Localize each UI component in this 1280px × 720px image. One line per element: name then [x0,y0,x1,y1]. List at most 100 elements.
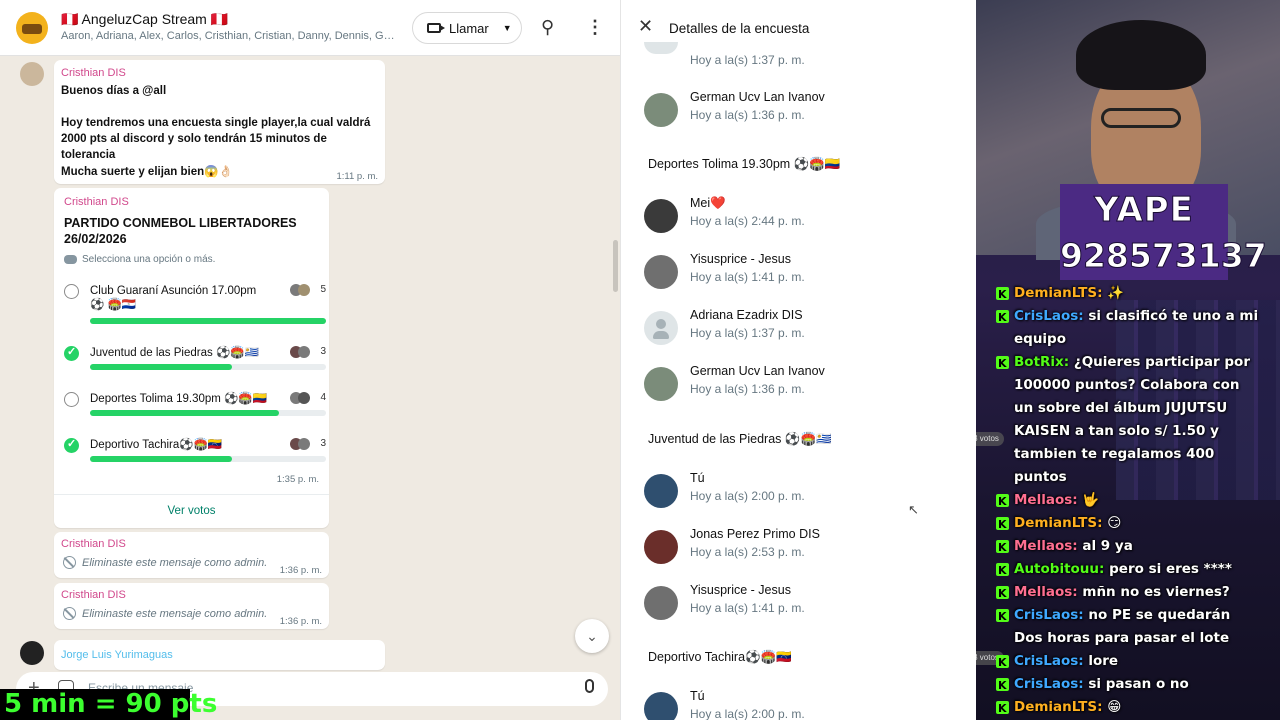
voter-row[interactable]: Mei❤️ Hoy a la(s) 2:44 p. m. [644,195,964,235]
call-button[interactable]: Llamar ▼ [412,12,522,44]
voter-row[interactable]: Yisusprice - Jesus Hoy a la(s) 1:41 p. m… [644,251,964,291]
option-radio-checked[interactable] [64,345,79,361]
chat-username: Mellaos: [1014,492,1083,508]
voter-time: Hoy a la(s) 1:37 p. m. [690,53,805,67]
stream-chat-line: Mellaos: mñn no es viernes? [996,581,1260,605]
message-time: 1:35 p. m. [276,474,319,485]
message-time: 1:36 p. m. [279,565,322,576]
voter-time: Hoy a la(s) 2:00 p. m. [690,707,805,720]
avatar[interactable] [20,62,44,86]
group-title[interactable]: 🇵🇪 AngeluzCap Stream 🇵🇪 [61,11,228,28]
message-sender[interactable]: Cristhian DIS [64,196,129,208]
poll-option[interactable]: Deportes Tolima 19.30pm ⚽🏟️🇨🇴 4 [64,392,326,432]
more-options-icon[interactable]: ⋮ [586,17,604,37]
voter-row[interactable]: Jonas Perez Primo DIS Hoy a la(s) 2:53 p… [644,526,964,566]
double-check-icon [64,255,77,264]
chat-message: lore [1088,653,1119,669]
kick-badge-icon [996,283,1009,306]
message-text: Buenos días a @all [61,85,167,97]
voter-avatar [644,42,678,54]
stream-chat-line: DemianLTS: ✨ [996,282,1260,306]
divider [54,494,329,495]
chat-header: 🇵🇪 AngeluzCap Stream 🇵🇪 Aaron, Adriana, … [0,0,620,56]
kick-badge-icon [996,513,1009,536]
deleted-message: Cristhian DIS Eliminaste este mensaje co… [54,583,329,629]
voter-row[interactable]: German Ucv Lan Ivanov Hoy a la(s) 1:36 p… [644,363,964,403]
voter-name: German Ucv Lan Ivanov [690,364,825,378]
call-label: Llamar [449,20,489,36]
kick-badge-icon [996,582,1009,605]
glasses-icon [1101,108,1181,128]
voter-name: Tú [690,689,705,703]
scrollbar[interactable] [613,240,618,292]
option-label: Club Guaraní Asunción 17.00pm ⚽ 🏟️🇵🇾 [90,285,257,311]
kick-badge-icon [996,605,1009,628]
stream-chat-line: CrisLaos: lore [996,650,1260,674]
stream-overlay: YAPE 928573137 3 votos 3 votos DemianLTS… [976,0,1280,720]
poll-option[interactable]: Deportivo Tachira⚽🏟️🇻🇪 3 [64,437,326,478]
group-avatar[interactable] [16,12,48,44]
chat-message: 😏 [1107,515,1122,531]
kick-badge-icon [996,306,1009,329]
stream-chat-line: Mellaos: al 9 ya [996,535,1260,559]
chat-username: Mellaos: [1014,584,1083,600]
deleted-message: Cristhian DIS Eliminaste este mensaje co… [54,532,329,578]
kick-badge-icon [996,651,1009,674]
stream-chat: DemianLTS: ✨CrisLaos: si clasificó te un… [996,282,1260,720]
option-label: Juventud de las Piedras ⚽🏟️🇺🇾 [90,347,259,359]
stream-chat-line: DemianLTS: 😏 [996,512,1260,536]
option-votes: 3 [320,438,326,449]
deleted-notice: Eliminaste este mensaje como admin. [63,556,267,569]
kick-badge-icon [996,559,1009,582]
message-sender[interactable]: Jorge Luis Yurimaguas [61,649,173,661]
message-bubble: Jorge Luis Yurimaguas [54,640,385,670]
group-members[interactable]: Aaron, Adriana, Alex, Carlos, Cristhian,… [61,30,396,42]
chat-username: CrisLaos: [1014,607,1089,623]
voter-avatar [644,93,678,127]
voter-avatar [644,367,678,401]
scroll-down-button[interactable]: ⌄ [575,619,609,653]
microphone-icon[interactable] [585,679,594,693]
poll-option[interactable]: Club Guaraní Asunción 17.00pm ⚽ 🏟️🇵🇾 5 [64,284,326,328]
message-sender[interactable]: Cristhian DIS [61,538,126,550]
voter-name: Yisusprice - Jesus [690,252,791,266]
voter-avatars [290,392,314,404]
chevron-down-icon: ▼ [502,23,512,33]
voter-time: Hoy a la(s) 1:37 p. m. [690,326,805,340]
search-icon[interactable]: ⚲ [541,17,554,37]
yape-title: YAPE [1094,190,1194,231]
close-icon[interactable]: ✕ [638,16,653,37]
chat-message: mñn no es viernes? [1082,584,1230,600]
option-votes: 4 [320,392,326,403]
voter-row[interactable]: Adriana Ezadrix DIS Hoy a la(s) 1:37 p. … [644,307,964,347]
view-votes-button[interactable]: Ver votos [54,505,329,517]
message-sender[interactable]: Cristhian DIS [61,589,126,601]
default-avatar-icon [644,311,678,345]
voter-row[interactable]: German Ucv Lan Ivanov Hoy a la(s) 1:36 p… [644,89,964,129]
voter-avatar [644,586,678,620]
chat-message: 😁 [1107,699,1122,715]
deleted-text: Eliminaste este mensaje como admin. [82,607,268,620]
voter-row[interactable]: Tú Hoy a la(s) 2:00 p. m. [644,688,964,720]
kick-badge-icon [996,536,1009,559]
option-heading: Juventud de las Piedras ⚽🏟️🇺🇾 [648,432,832,446]
message-sender[interactable]: Cristhian DIS [61,67,126,79]
video-camera-icon [427,23,445,33]
avatar[interactable] [20,641,44,665]
option-progress-fill [90,456,232,462]
chat-message: ✨ [1107,285,1124,301]
option-radio-checked[interactable] [64,437,79,453]
chat-username: CrisLaos: [1014,676,1089,692]
voter-time: Hoy a la(s) 1:36 p. m. [690,382,805,396]
voter-row[interactable]: Yisusprice - Jesus Hoy a la(s) 1:41 p. m… [644,582,964,622]
poll-hint-text: Selecciona una opción o más. [82,254,216,265]
option-radio[interactable] [64,284,79,299]
chat-username: Autobitouu: [1014,561,1110,577]
message-time: 1:11 p. m. [336,171,378,182]
poll-question: PARTIDO CONMEBOL LIBERTADORES 26/02/2026 [64,216,297,246]
chat-username: BotRix: [1014,354,1074,370]
poll-option[interactable]: Juventud de las Piedras ⚽🏟️🇺🇾 3 [64,345,326,386]
voter-avatar [644,199,678,233]
option-radio[interactable] [64,392,79,407]
stream-chat-line: CrisLaos: si clasificó te uno a mi equip… [996,305,1260,351]
